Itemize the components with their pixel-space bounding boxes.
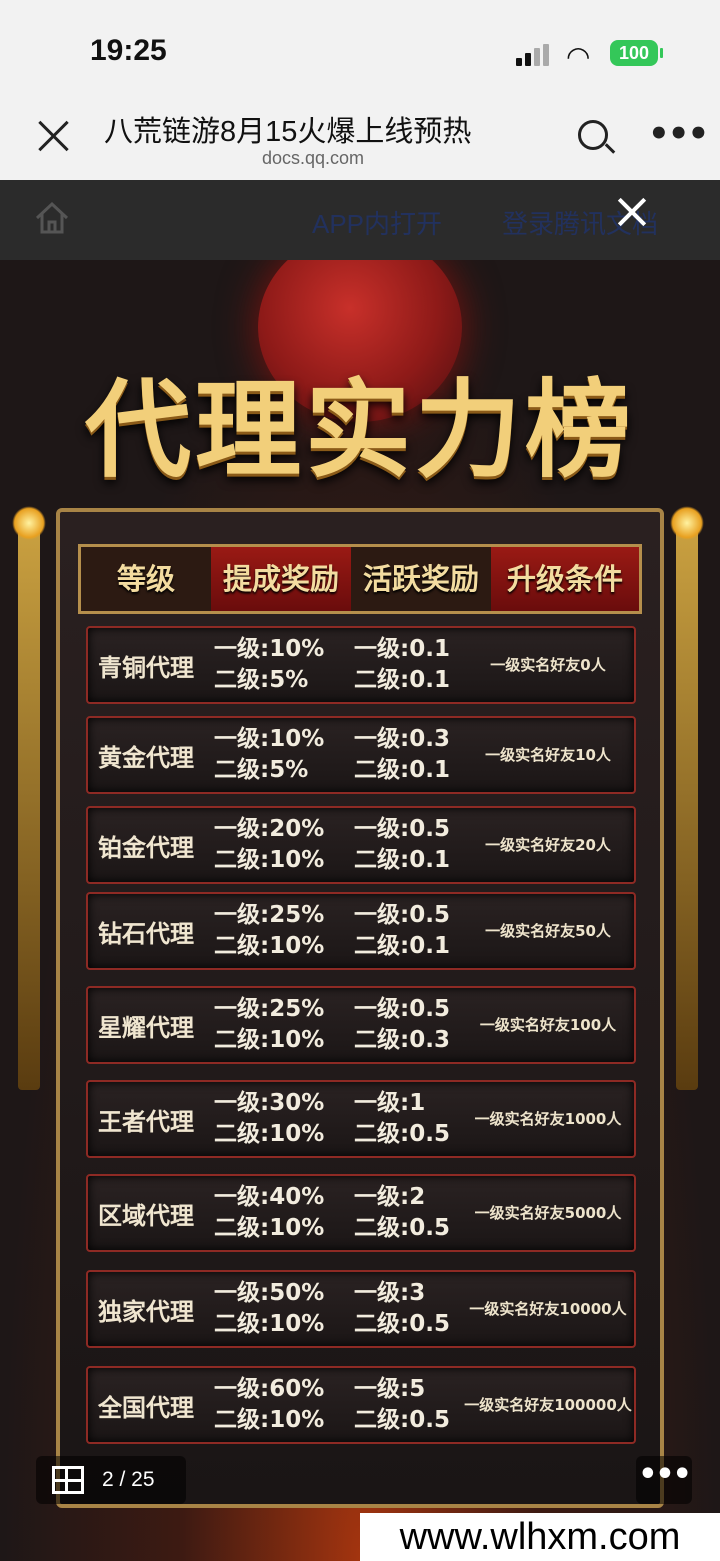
- status-time: 19:25: [90, 34, 167, 67]
- header-level: 等级: [116, 562, 175, 596]
- header-commission: 提成奖励: [211, 547, 351, 611]
- browser-nav-bar: 八荒链游8月15火爆上线预热 docs.qq.com •••: [0, 100, 720, 180]
- agent-level: 王者代理: [98, 1108, 194, 1136]
- page-domain: docs.qq.com: [262, 148, 365, 168]
- agent-level: 青铜代理: [98, 654, 194, 682]
- upgrade-condition: 一级实名好友50人: [485, 922, 611, 940]
- commission-cell: 一级:40% 二级:10%: [214, 1184, 325, 1241]
- activity-cell: 一级:0.5 二级:0.3: [354, 996, 450, 1053]
- activity-cell: 一级:5 二级:0.5: [354, 1376, 450, 1433]
- activity-cell: 一级:0.3 二级:0.1: [354, 726, 450, 783]
- grid-icon[interactable]: [52, 1466, 84, 1494]
- commission-cell: 一级:10% 二级:5%: [214, 636, 325, 693]
- close-icon[interactable]: [34, 116, 74, 156]
- torch-left: [12, 506, 46, 1090]
- more-icon[interactable]: •••: [648, 114, 709, 154]
- upgrade-condition: 一级实名好友1000人: [474, 1110, 622, 1128]
- search-icon[interactable]: [578, 120, 608, 150]
- close-viewer-icon[interactable]: [614, 194, 650, 230]
- poster-title: 代理实力榜: [85, 367, 635, 492]
- docs-toolbar: APP内打开 登录腾讯文档: [0, 180, 720, 260]
- battery-indicator: 100: [610, 40, 663, 66]
- upgrade-condition: 一级实名好友20人: [485, 836, 611, 854]
- agent-level: 星耀代理: [98, 1014, 194, 1042]
- commission-cell: 一级:20% 二级:10%: [214, 816, 325, 873]
- signal-icon: [516, 44, 552, 66]
- table-row: 独家代理 一级:50% 二级:10% 一级:3 二级:0.5 一级实名好友10000…: [86, 1270, 636, 1348]
- upgrade-condition: 一级实名好友10000人: [469, 1300, 627, 1318]
- activity-cell: 一级:2 二级:0.5: [354, 1184, 450, 1241]
- table-row: 青铜代理 一级:10% 二级:5% 一级:0.1 二级:0.1 一级实名好友0人: [86, 626, 636, 704]
- site-watermark: www.wlhxm.com: [360, 1513, 720, 1561]
- activity-cell: 一级:0.5 二级:0.1: [354, 902, 450, 959]
- viewer-more-icon[interactable]: •••: [636, 1456, 692, 1504]
- activity-cell: 一级:3 二级:0.5: [354, 1280, 450, 1337]
- commission-cell: 一级:30% 二级:10%: [214, 1090, 325, 1147]
- agent-level: 全国代理: [98, 1394, 194, 1422]
- poster-image: 代理实力榜 等级 提成奖励 活跃奖励 升级条件 青铜代理 一级:10% 二级:5%…: [0, 260, 720, 1561]
- commission-cell: 一级:25% 二级:10%: [214, 996, 325, 1053]
- header-activity: 活跃奖励: [362, 562, 479, 596]
- upgrade-condition: 一级实名好友5000人: [474, 1204, 622, 1222]
- activity-cell: 一级:0.1 二级:0.1: [354, 636, 450, 693]
- image-pager[interactable]: 2 / 25: [36, 1456, 186, 1504]
- table-row: 王者代理 一级:30% 二级:10% 一级:1 二级:0.5 一级实名好友1000人: [86, 1080, 636, 1158]
- upgrade-condition: 一级实名好友100人: [479, 1016, 617, 1034]
- agent-level: 钻石代理: [98, 920, 194, 948]
- upgrade-condition: 一级实名好友0人: [490, 656, 606, 674]
- table-row: 区域代理 一级:40% 二级:10% 一级:2 二级:0.5 一级实名好友5000人: [86, 1174, 636, 1252]
- table-row: 钻石代理 一级:25% 二级:10% 一级:0.5 二级:0.1 一级实名好友50人: [86, 892, 636, 970]
- page-counter: 2 / 25: [102, 1468, 155, 1491]
- open-in-app-link[interactable]: APP内打开: [312, 204, 442, 241]
- torch-right: [670, 506, 704, 1090]
- activity-cell: 一级:0.5 二级:0.1: [354, 816, 450, 873]
- table-header: 等级 提成奖励 活跃奖励 升级条件: [78, 544, 642, 614]
- agent-level: 黄金代理: [98, 744, 194, 772]
- table-row: 铂金代理 一级:20% 二级:10% 一级:0.5 二级:0.1 一级实名好友20人: [86, 806, 636, 884]
- agent-level: 独家代理: [98, 1298, 194, 1326]
- commission-cell: 一级:50% 二级:10%: [214, 1280, 325, 1337]
- header-upgrade: 升级条件: [491, 547, 639, 611]
- table-row: 全国代理 一级:60% 二级:10% 一级:5 二级:0.5 一级实名好友10000…: [86, 1366, 636, 1444]
- wifi-icon: ◠: [566, 40, 591, 73]
- table-row: 黄金代理 一级:10% 二级:5% 一级:0.3 二级:0.1 一级实名好友10人: [86, 716, 636, 794]
- commission-cell: 一级:10% 二级:5%: [214, 726, 325, 783]
- activity-cell: 一级:1 二级:0.5: [354, 1090, 450, 1147]
- table-row: 星耀代理 一级:25% 二级:10% 一级:0.5 二级:0.3 一级实名好友100…: [86, 986, 636, 1064]
- status-bar: 19:25 ◠ 100: [0, 0, 720, 100]
- upgrade-condition: 一级实名好友100000人: [464, 1396, 632, 1414]
- commission-cell: 一级:25% 二级:10%: [214, 902, 325, 959]
- home-icon[interactable]: [34, 200, 70, 236]
- agent-level: 区域代理: [98, 1202, 194, 1230]
- upgrade-condition: 一级实名好友10人: [485, 746, 611, 764]
- agent-level: 铂金代理: [98, 834, 194, 862]
- page-title: 八荒链游8月15火爆上线预热: [104, 116, 472, 148]
- commission-cell: 一级:60% 二级:10%: [214, 1376, 325, 1433]
